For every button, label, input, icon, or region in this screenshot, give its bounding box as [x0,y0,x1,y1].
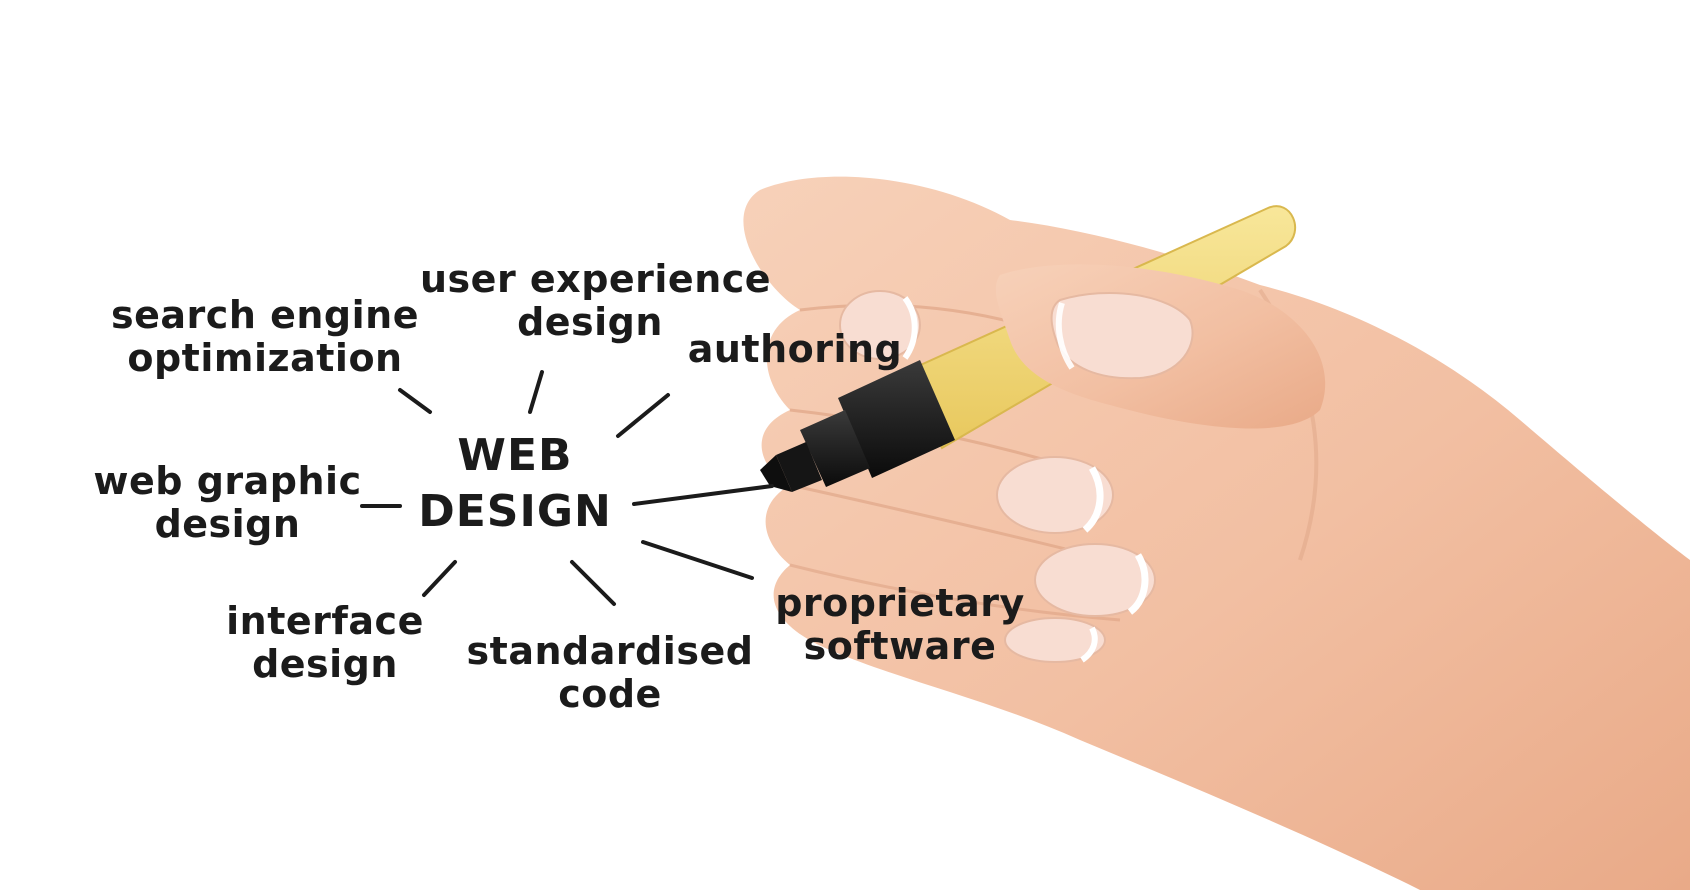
topic-proprietary-line-1: proprietary [775,581,1025,625]
topic-proprietary-line-2: software [803,624,997,668]
connector-marker-stroke [632,484,774,506]
connector-ux [528,370,544,414]
topic-seo-line-2: optimization [127,336,403,380]
connector-authoring [616,393,670,438]
topic-web-graphic-line-1: web graphic [93,459,362,503]
connector-seo [398,388,432,414]
topic-interface-line-2: design [252,642,398,686]
topic-search-engine-optimization: search engine optimization [110,294,420,380]
topic-interface-design: interface design [205,600,445,686]
topic-standardised-line-2: code [558,672,662,716]
topic-seo-line-1: search engine [111,293,419,337]
center-topic-line-1: WEB [457,430,573,481]
topic-interface-line-1: interface [226,599,424,643]
photo-canvas: WEB DESIGN search engine optimization us… [0,0,1690,890]
topic-web-graphic-line-2: design [154,502,301,546]
topic-authoring-line-1: authoring [687,327,903,371]
connector-proprietary [641,540,754,580]
topic-authoring: authoring [680,328,910,371]
topic-standardised-code: standardised code [465,630,755,716]
topic-standardised-line-1: standardised [466,629,754,673]
connector-standardised [570,560,616,606]
topic-web-graphic-design: web graphic design [90,460,365,546]
topic-proprietary-software: proprietary software [765,582,1035,668]
center-topic-web-design: WEB DESIGN [405,428,625,540]
hand-with-marker-illustration [360,176,1690,890]
center-topic-line-2: DESIGN [418,486,612,537]
topic-ux-line-1: user experience [420,257,772,301]
connector-interface [422,560,457,597]
